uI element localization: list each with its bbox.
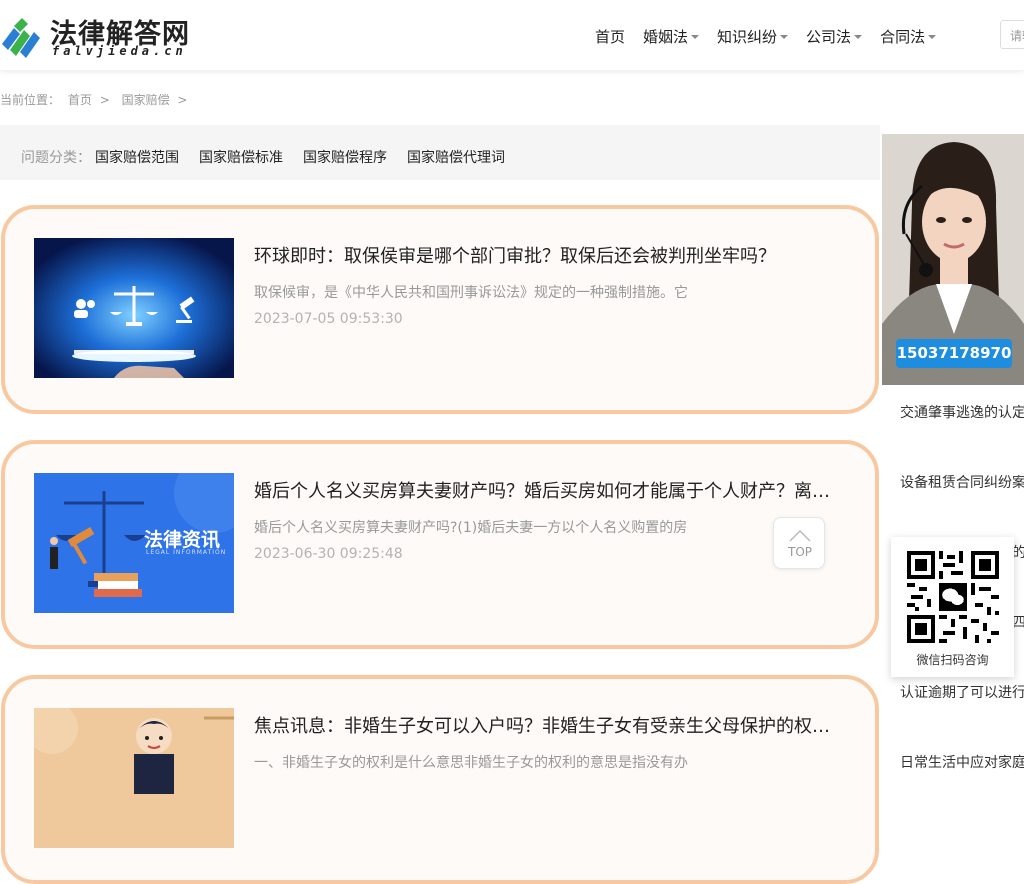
article-card[interactable]: 环球即时：取保侯审是哪个部门审批？取保后还会被判刑坐牢吗？ 取保候审，是《中华人… (1, 205, 879, 414)
back-to-top-label: TOP (787, 545, 812, 559)
article-thumbnail[interactable] (34, 708, 234, 848)
breadcrumb-prefix: 当前位置： (0, 93, 61, 107)
article-date: 2023-06-30 09:25:48 (254, 546, 403, 562)
thumbnail-caption: 法律资讯 (144, 529, 221, 551)
sidebar-list-item[interactable]: 日常生活中应对家庭 (900, 752, 1024, 772)
wechat-qr-code-icon (907, 551, 999, 643)
article-date: 2023-07-05 09:53:30 (254, 311, 403, 327)
justice-scales-icon (34, 238, 234, 378)
nav-label: 婚姻法 (643, 27, 689, 46)
sidebar-list-item[interactable]: 交通肇事逃逸的认定 (900, 402, 1024, 422)
nav-item-home[interactable]: 首页 (595, 24, 625, 48)
nav-label: 知识纠纷 (717, 27, 778, 46)
caret-down-icon (691, 35, 700, 39)
breadcrumb-home[interactable]: 首页 (68, 93, 92, 107)
breadcrumb-separator: > (177, 93, 188, 107)
site-header: 法律解答网 falvjieda.cn 首页 婚姻法 知识纠纷 公司法 合同法 请… (0, 0, 1024, 70)
category-bar: 问题分类： 国家赔偿范围 国家赔偿标准 国家赔偿程序 国家赔偿代理词 (0, 125, 880, 180)
nav-item-marriage-law[interactable]: 婚姻法 (643, 24, 700, 48)
back-to-top-button[interactable]: TOP (773, 517, 825, 569)
category-links: 国家赔偿范围 国家赔偿标准 国家赔偿程序 国家赔偿代理词 (95, 147, 525, 167)
article-title[interactable]: 环球即时：取保侯审是哪个部门审批？取保后还会被判刑坐牢吗？ (254, 242, 844, 268)
caret-down-icon (928, 35, 937, 39)
sidebar-list-item[interactable]: 认证逾期了可以进行 (900, 682, 1024, 702)
article-thumbnail[interactable] (34, 238, 234, 378)
caret-down-icon (780, 35, 789, 39)
agent-phone-badge[interactable]: 15037178970 (896, 339, 1012, 368)
qr-label: 微信扫码咨询 (916, 653, 989, 667)
category-link-procedure[interactable]: 国家赔偿程序 (303, 147, 387, 167)
article-card[interactable]: 焦点讯息：非婚生子女可以入户吗？非婚生子女有受亲生父母保护的权利吗？ 一、非婚生… (1, 675, 879, 884)
article-card[interactable]: 法律资讯 LEGAL INFORMATION 婚后个人名义买房算夫妻财产吗？婚后… (1, 440, 879, 649)
category-link-agent-statement[interactable]: 国家赔偿代理词 (407, 147, 505, 167)
main-nav: 首页 婚姻法 知识纠纷 公司法 合同法 (595, 24, 954, 48)
nav-item-knowledge-disputes[interactable]: 知识纠纷 (717, 24, 789, 48)
article-summary: 一、非婚生子女的权利是什么意思非婚生子女的权利的意思是指没有办 (254, 755, 688, 771)
search-input[interactable]: 请输 (1000, 20, 1024, 49)
article-summary: 取保候审，是《中华人民共和国刑事诉讼法》规定的一种强制措施。它 (254, 285, 688, 301)
category-link-standard[interactable]: 国家赔偿标准 (199, 147, 283, 167)
lawyer-cartoon-icon (34, 708, 234, 848)
nav-item-contract-law[interactable]: 合同法 (880, 24, 937, 48)
nav-label: 合同法 (880, 27, 926, 46)
logo-mark-icon (2, 18, 40, 58)
logo-domain: falvjieda.cn (52, 44, 187, 58)
article-title[interactable]: 婚后个人名义买房算夫妻财产吗？婚后买房如何才能属于个人财产？离婚后怎么分割 (254, 477, 844, 503)
caret-down-icon (854, 35, 863, 39)
article-thumbnail[interactable]: 法律资讯 LEGAL INFORMATION (34, 473, 234, 613)
article-title[interactable]: 焦点讯息：非婚生子女可以入户吗？非婚生子女有受亲生父母保护的权利吗？ (254, 712, 844, 738)
article-summary: 婚后个人名义买房算夫妻财产吗?(1)婚后夫妻一方以个人名义购置的房 (254, 520, 688, 536)
category-label: 问题分类： (21, 150, 91, 166)
category-link-scope[interactable]: 国家赔偿范围 (95, 147, 179, 167)
nav-label: 首页 (595, 27, 626, 46)
site-logo[interactable]: 法律解答网 falvjieda.cn (0, 10, 200, 60)
thumbnail-subcaption: LEGAL INFORMATION (146, 549, 227, 556)
chevron-up-icon (789, 530, 811, 542)
nav-label: 公司法 (806, 27, 852, 46)
nav-item-company-law[interactable]: 公司法 (806, 24, 863, 48)
breadcrumb-current[interactable]: 国家赔偿 (122, 93, 170, 107)
breadcrumb-separator: > (99, 93, 110, 107)
sidebar-list-item[interactable]: 设备租赁合同纠纷案 (900, 472, 1024, 492)
breadcrumb: 当前位置： 首页 > 国家赔偿 > (0, 91, 191, 108)
wechat-qr-panel[interactable]: 微信扫码咨询 (891, 537, 1014, 677)
